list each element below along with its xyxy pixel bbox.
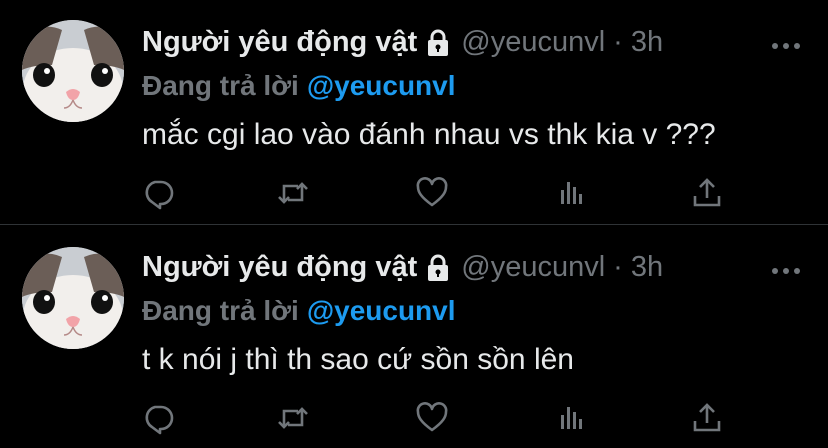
reply-icon[interactable] [141, 176, 175, 210]
separator-dot: · [613, 251, 623, 283]
avatar[interactable] [22, 247, 124, 349]
more-icon[interactable] [770, 38, 802, 49]
lock-icon [425, 254, 451, 282]
more-icon[interactable] [770, 263, 802, 274]
analytics-icon[interactable] [555, 401, 589, 435]
tweet-timestamp[interactable]: 3h [631, 26, 663, 59]
cat-avatar-image [22, 20, 124, 122]
display-name[interactable]: Người yêu động vật [142, 251, 417, 284]
replying-to-label: Đang trả lời [142, 295, 299, 326]
reply-to-handle-link[interactable]: @yeucunvl [307, 70, 456, 101]
reply-icon[interactable] [141, 401, 175, 435]
analytics-icon[interactable] [555, 176, 589, 210]
replying-to: Đang trả lời @yeucunvl [142, 295, 456, 327]
heart-icon[interactable] [415, 176, 449, 210]
user-handle[interactable]: @yeucunvl [461, 251, 605, 284]
heart-icon[interactable] [415, 401, 449, 435]
tweet-item[interactable]: Người yêu động vật @yeucunvl · 3h Đang t… [0, 0, 828, 224]
tweet-text: mắc cgi lao vào đánh nhau vs thk kia v ?… [142, 118, 716, 151]
tweet-item[interactable]: Người yêu động vật @yeucunvl · 3h Đang t… [0, 224, 828, 448]
avatar[interactable] [22, 20, 124, 122]
retweet-icon[interactable] [276, 401, 310, 435]
tweet-text: t k nói j thì th sao cứ sồn sồn lên [142, 343, 574, 376]
cat-avatar-image [22, 247, 124, 349]
tweet-timestamp[interactable]: 3h [631, 251, 663, 284]
reply-to-handle-link[interactable]: @yeucunvl [307, 295, 456, 326]
tweet-header: Người yêu động vật @yeucunvl · 3h [142, 26, 663, 59]
tweet-actions [0, 176, 828, 212]
retweet-icon[interactable] [276, 176, 310, 210]
share-icon[interactable] [690, 401, 724, 435]
replying-to: Đang trả lời @yeucunvl [142, 70, 456, 102]
tweet-actions [0, 401, 828, 437]
replying-to-label: Đang trả lời [142, 70, 299, 101]
separator-dot: · [613, 26, 623, 58]
tweet-header: Người yêu động vật @yeucunvl · 3h [142, 251, 663, 284]
share-icon[interactable] [690, 176, 724, 210]
user-handle[interactable]: @yeucunvl [461, 26, 605, 59]
lock-icon [425, 29, 451, 57]
display-name[interactable]: Người yêu động vật [142, 26, 417, 59]
